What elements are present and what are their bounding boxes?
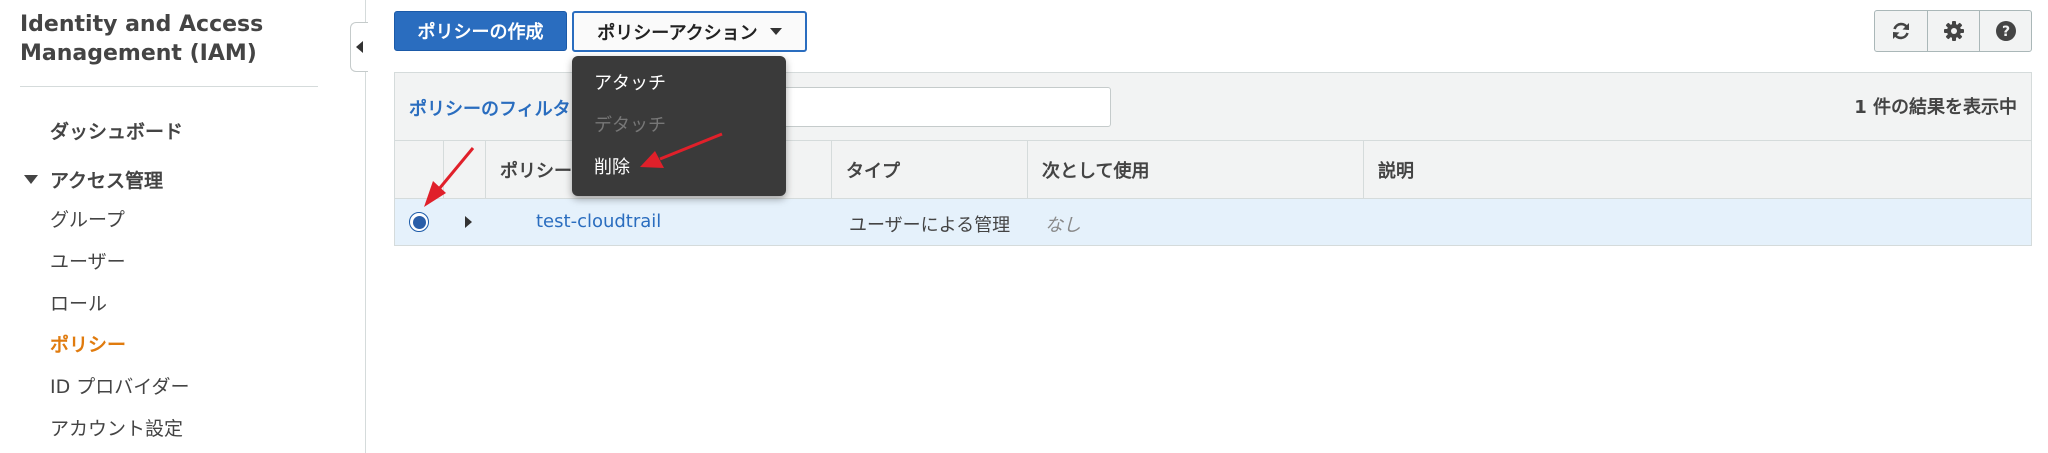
- gear-icon: [1943, 21, 1964, 41]
- refresh-button[interactable]: [1875, 11, 1927, 51]
- policy-type: ユーザーによる管理: [849, 215, 1011, 236]
- menu-item-detach: デタッチ: [594, 115, 666, 136]
- filter-label[interactable]: ポリシーのフィルタ: [409, 95, 571, 121]
- settings-button[interactable]: [1927, 11, 1979, 51]
- table-row[interactable]: test-cloudtrail ユーザーによる管理 なし: [395, 199, 2031, 245]
- caret-down-icon: [769, 28, 782, 35]
- help-icon: ?: [1995, 21, 2016, 41]
- sidebar-item-groups[interactable]: グループ: [50, 205, 125, 232]
- policy-used-as: なし: [1045, 215, 1081, 236]
- sidebar-item-account-settings[interactable]: アカウント設定: [50, 414, 183, 441]
- sidebar-item-roles[interactable]: ロール: [50, 289, 107, 316]
- menu-item-delete[interactable]: 削除: [594, 153, 630, 179]
- sidebar-item-users[interactable]: ユーザー: [50, 247, 126, 274]
- menu-item-attach[interactable]: アタッチ: [594, 69, 666, 95]
- toolbar-icon-group: ?: [1874, 10, 2032, 52]
- column-used-as[interactable]: 次として使用: [1027, 141, 1363, 199]
- column-expand: [443, 141, 485, 199]
- sidebar-item-dashboard[interactable]: ダッシュボード: [50, 117, 183, 144]
- expand-row-icon[interactable]: [465, 216, 472, 228]
- sidebar-item-policies[interactable]: ポリシー: [50, 330, 126, 357]
- help-button[interactable]: ?: [1979, 11, 2031, 51]
- sidebar-section-label: アクセス管理: [50, 170, 164, 192]
- sidebar-title: Identity and Access Management (IAM): [20, 12, 264, 66]
- sidebar-item-identity-providers[interactable]: ID プロバイダー: [50, 372, 190, 399]
- chevron-left-icon: [356, 41, 363, 53]
- sidebar: Identity and Access Management (IAM) ダッシ…: [0, 0, 366, 453]
- row-select-radio[interactable]: [409, 212, 429, 232]
- sidebar-section-access-management[interactable]: アクセス管理: [24, 166, 163, 193]
- column-type[interactable]: タイプ: [831, 141, 1027, 199]
- result-count: 1 件の結果を表示中: [1854, 97, 2017, 118]
- column-select: [395, 141, 443, 199]
- policy-actions-dropdown[interactable]: ポリシーアクション: [572, 11, 807, 52]
- caret-down-icon: [24, 175, 38, 184]
- policy-name-link[interactable]: test-cloudtrail: [536, 211, 661, 232]
- policy-actions-menu: アタッチ デタッチ 削除: [572, 56, 786, 196]
- policy-actions-label: ポリシーアクション: [597, 22, 758, 44]
- svg-text:?: ?: [2001, 24, 2009, 40]
- sidebar-collapse-button[interactable]: [350, 22, 368, 72]
- radio-selected-dot: [412, 215, 426, 229]
- create-policy-button[interactable]: ポリシーの作成: [394, 11, 567, 51]
- refresh-icon: [1893, 22, 1909, 40]
- sidebar-divider: [20, 86, 318, 87]
- column-description[interactable]: 説明: [1363, 141, 2033, 199]
